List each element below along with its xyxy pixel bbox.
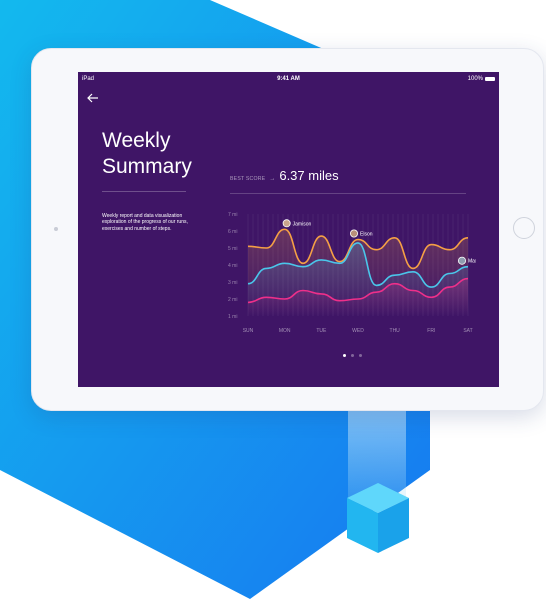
cube-graphic (347, 483, 409, 553)
series-label: Jamison (293, 221, 312, 227)
x-tick-label: SAT (463, 328, 472, 334)
page-title: Weekly Summary (102, 128, 192, 180)
y-tick-label: 7 mi (228, 212, 237, 218)
page-description: Weekly report and data visualization exp… (102, 213, 188, 232)
back-arrow-icon[interactable] (86, 91, 100, 105)
y-tick-label: 5 mi (228, 246, 237, 252)
weekly-line-chart: 1 mi 2 mi 3 mi 4 mi 5 mi 6 mi 7 mi SUN MON TUE WED… (228, 212, 476, 334)
x-tick-label: SUN (243, 328, 254, 334)
series-label: Max (468, 259, 476, 265)
best-score: BEST SCORE → 6.37 miles (230, 168, 339, 183)
x-tick-label: MON (279, 328, 291, 334)
best-score-label: BEST SCORE (230, 176, 266, 182)
series-label: Elson (360, 232, 373, 238)
y-tick-label: 4 mi (228, 263, 237, 269)
score-divider (230, 193, 466, 194)
y-tick-label: 6 mi (228, 229, 237, 235)
status-bar: iPad 9:41 AM 100% (78, 72, 499, 86)
battery-percent: 100% (467, 76, 483, 82)
home-button[interactable] (513, 217, 535, 239)
y-tick-label: 1 mi (228, 314, 237, 320)
x-tick-label: WED (352, 328, 364, 334)
y-tick-label: 3 mi (228, 280, 237, 286)
x-tick-label: FRI (427, 328, 435, 334)
page-dot[interactable] (351, 354, 354, 357)
page-dot[interactable] (343, 354, 346, 357)
title-line-2: Summary (102, 155, 192, 178)
y-tick-label: 2 mi (228, 297, 237, 303)
x-tick-label: TUE (316, 328, 327, 334)
title-divider (102, 191, 186, 192)
page-dot[interactable] (359, 354, 362, 357)
trend-arrow-icon: → (269, 176, 276, 182)
avatar (457, 256, 466, 265)
best-score-value: 6.37 miles (279, 168, 339, 183)
avatar (282, 219, 291, 228)
status-battery: 100% (468, 76, 495, 82)
battery-icon (485, 77, 495, 81)
camera (54, 227, 58, 231)
page-indicator (343, 354, 362, 357)
app-screen: iPad 9:41 AM 100% Weekly Summary Weekly … (78, 72, 499, 387)
x-tick-label: THU (390, 328, 401, 334)
title-line-1: Weekly (102, 129, 171, 152)
avatar (350, 229, 359, 238)
status-time: 9:41 AM (277, 76, 300, 82)
